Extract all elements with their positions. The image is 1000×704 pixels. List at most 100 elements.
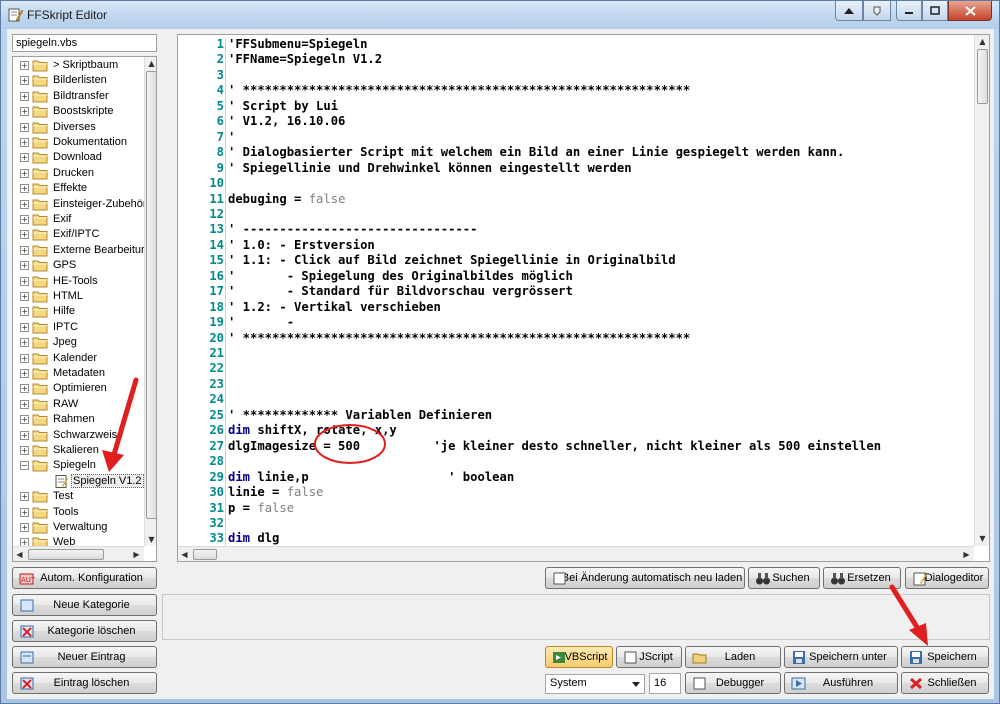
tree-item[interactable]: + HE-Tools	[13, 274, 144, 289]
expand-icon[interactable]: +	[20, 369, 29, 378]
tree-item[interactable]: + Verwaltung	[13, 520, 144, 535]
expand-icon[interactable]: +	[20, 276, 29, 286]
expand-icon[interactable]: +	[20, 261, 29, 271]
font-size-input[interactable]: 16	[649, 673, 681, 694]
close-button[interactable]: Schließen	[901, 672, 989, 694]
scroll-up-arrow-icon[interactable]: ▲	[145, 57, 156, 70]
tree-item[interactable]: + Schwarzweiss	[13, 428, 144, 443]
expand-icon[interactable]: +	[20, 538, 29, 546]
tree-item[interactable]: + Jpeg	[13, 335, 144, 350]
code-line[interactable]: ' **************************************…	[228, 83, 690, 97]
tree-item[interactable]: + Optimieren	[13, 381, 144, 396]
tree-item[interactable]: + Effekte	[13, 181, 144, 196]
tree-item[interactable]: + GPS	[13, 258, 144, 273]
tree-item[interactable]: + Test	[13, 489, 144, 504]
code-line[interactable]: '	[228, 130, 235, 144]
jscript-toggle[interactable]: JScript	[616, 646, 682, 668]
tree-item[interactable]: + Tools	[13, 505, 144, 520]
delete-entry-button[interactable]: Eintrag löschen	[12, 672, 157, 694]
code-line[interactable]: ' 1.2: - Vertikal verschieben	[228, 300, 441, 314]
expand-icon[interactable]: +	[20, 292, 29, 301]
tree-item[interactable]: + Exif	[13, 212, 144, 227]
code-line[interactable]: ' - Standard für Bildvorschau vergrösser…	[228, 284, 573, 298]
auto-config-button[interactable]: AUT Autom. Konfiguration	[12, 567, 157, 589]
expand-icon[interactable]: +	[20, 199, 29, 209]
expand-icon[interactable]: +	[20, 230, 29, 240]
tree-item[interactable]: + Metadaten	[13, 366, 144, 381]
tree-item[interactable]: + Dokumentation	[13, 135, 144, 150]
minimize-button[interactable]	[896, 1, 922, 21]
auto-reload-toggle[interactable]: Bei Änderung automatisch neu laden	[545, 567, 745, 589]
tree-item[interactable]: + Drucken	[13, 166, 144, 181]
tree-item[interactable]: + Exif/IPTC	[13, 227, 144, 242]
code-line[interactable]: ' **************************************…	[228, 331, 690, 345]
code-line[interactable]: ' V1.2, 16.10.06	[228, 114, 345, 128]
code-line[interactable]: p = false	[228, 501, 294, 515]
save-button[interactable]: Speichern	[901, 646, 989, 668]
code-line[interactable]: linie = false	[228, 485, 323, 499]
code-area[interactable]: 1 'FFSubmenu=Spiegeln 2 'FFName=Spiegeln V1…	[178, 35, 974, 546]
expand-icon[interactable]: +	[20, 399, 29, 409]
maximize-button[interactable]	[922, 1, 948, 21]
replace-button[interactable]: Ersetzen	[823, 567, 901, 589]
expand-icon[interactable]: +	[20, 245, 29, 255]
debugger-toggle[interactable]: Debugger	[685, 672, 781, 694]
tree-item[interactable]: + Einsteiger-Zubehör	[13, 197, 144, 212]
dialog-editor-button[interactable]: Dialogeditor	[905, 567, 989, 589]
code-line[interactable]: ' --------------------------------	[228, 222, 477, 236]
tree-item[interactable]: + > Skriptbaum	[13, 58, 144, 73]
scroll-right-arrow-icon[interactable]: ▶	[130, 548, 143, 561]
new-entry-button[interactable]: Neuer Eintrag	[12, 646, 157, 668]
code-line[interactable]: ' Script by Lui	[228, 99, 338, 113]
editor-scroll-right-arrow-icon[interactable]: ▶	[960, 548, 973, 561]
tree-item[interactable]: + RAW	[13, 397, 144, 412]
editor-scroll-thumb[interactable]	[977, 49, 988, 104]
collapse-icon[interactable]: −	[20, 461, 29, 471]
tree-item[interactable]: − Spiegeln	[13, 458, 144, 473]
tree-item[interactable]: + Rahmen	[13, 412, 144, 427]
expand-icon[interactable]: +	[20, 338, 29, 348]
save-as-button[interactable]: Speichern unter	[784, 646, 898, 668]
expand-icon[interactable]: +	[20, 430, 29, 440]
expand-icon[interactable]: +	[20, 415, 29, 425]
code-line[interactable]: dim shiftX, rotate, x,y	[228, 423, 397, 437]
tree-item[interactable]: + Externe Bearbeitur	[13, 243, 144, 258]
scroll-up-title-button[interactable]	[835, 1, 863, 21]
expand-icon[interactable]: +	[20, 384, 29, 394]
editor-vertical-scrollbar[interactable]: ▲ ▼	[974, 35, 989, 546]
code-line[interactable]: dim dlg	[228, 531, 279, 545]
code-line[interactable]: dlgImagesize = 500 'je kleiner desto sch…	[228, 439, 881, 453]
title-bar[interactable]: FFSkript Editor	[1, 1, 999, 29]
expand-icon[interactable]: +	[20, 184, 29, 194]
tree-hscroll-thumb[interactable]	[28, 549, 104, 560]
tree-item[interactable]: + HTML	[13, 289, 144, 304]
code-line[interactable]: ' -	[228, 315, 294, 329]
expand-icon[interactable]: +	[20, 168, 29, 178]
tree-scroll-thumb[interactable]	[146, 71, 156, 519]
editor-scroll-left-arrow-icon[interactable]: ◀	[178, 548, 191, 561]
tree-vertical-scrollbar[interactable]: ▲ ▼	[144, 57, 156, 546]
editor-scroll-up-arrow-icon[interactable]: ▲	[976, 35, 989, 48]
expand-icon[interactable]: +	[20, 492, 29, 502]
editor-horizontal-scrollbar[interactable]: ◀ ▶	[178, 546, 974, 561]
help-title-button[interactable]	[863, 1, 891, 21]
tree-item[interactable]: + Download	[13, 150, 144, 165]
tree-item[interactable]: + Kalender	[13, 351, 144, 366]
close-window-button[interactable]	[948, 1, 992, 21]
script-file-field[interactable]: spiegeln.vbs	[12, 34, 157, 52]
code-line[interactable]: ' ************* Variablen Definieren	[228, 408, 492, 422]
script-tree[interactable]: + > Skriptbaum + Bilderlisten + Bildtransfer +…	[12, 56, 157, 562]
expand-icon[interactable]: +	[20, 153, 29, 163]
scroll-down-arrow-icon[interactable]: ▼	[145, 533, 156, 546]
expand-icon[interactable]: +	[20, 353, 29, 363]
expand-icon[interactable]: +	[20, 507, 29, 517]
code-line[interactable]: ' 1.0: - Erstversion	[228, 238, 375, 252]
font-select[interactable]: System	[545, 674, 645, 694]
code-line[interactable]: ' Spiegellinie und Drehwinkel können ein…	[228, 161, 632, 175]
load-button[interactable]: Laden	[685, 646, 781, 668]
expand-icon[interactable]: +	[20, 307, 29, 317]
expand-icon[interactable]: +	[20, 61, 29, 70]
expand-icon[interactable]: +	[20, 76, 29, 86]
tree-item[interactable]: + Boostskripte	[13, 104, 144, 119]
new-category-button[interactable]: Neue Kategorie	[12, 594, 157, 616]
